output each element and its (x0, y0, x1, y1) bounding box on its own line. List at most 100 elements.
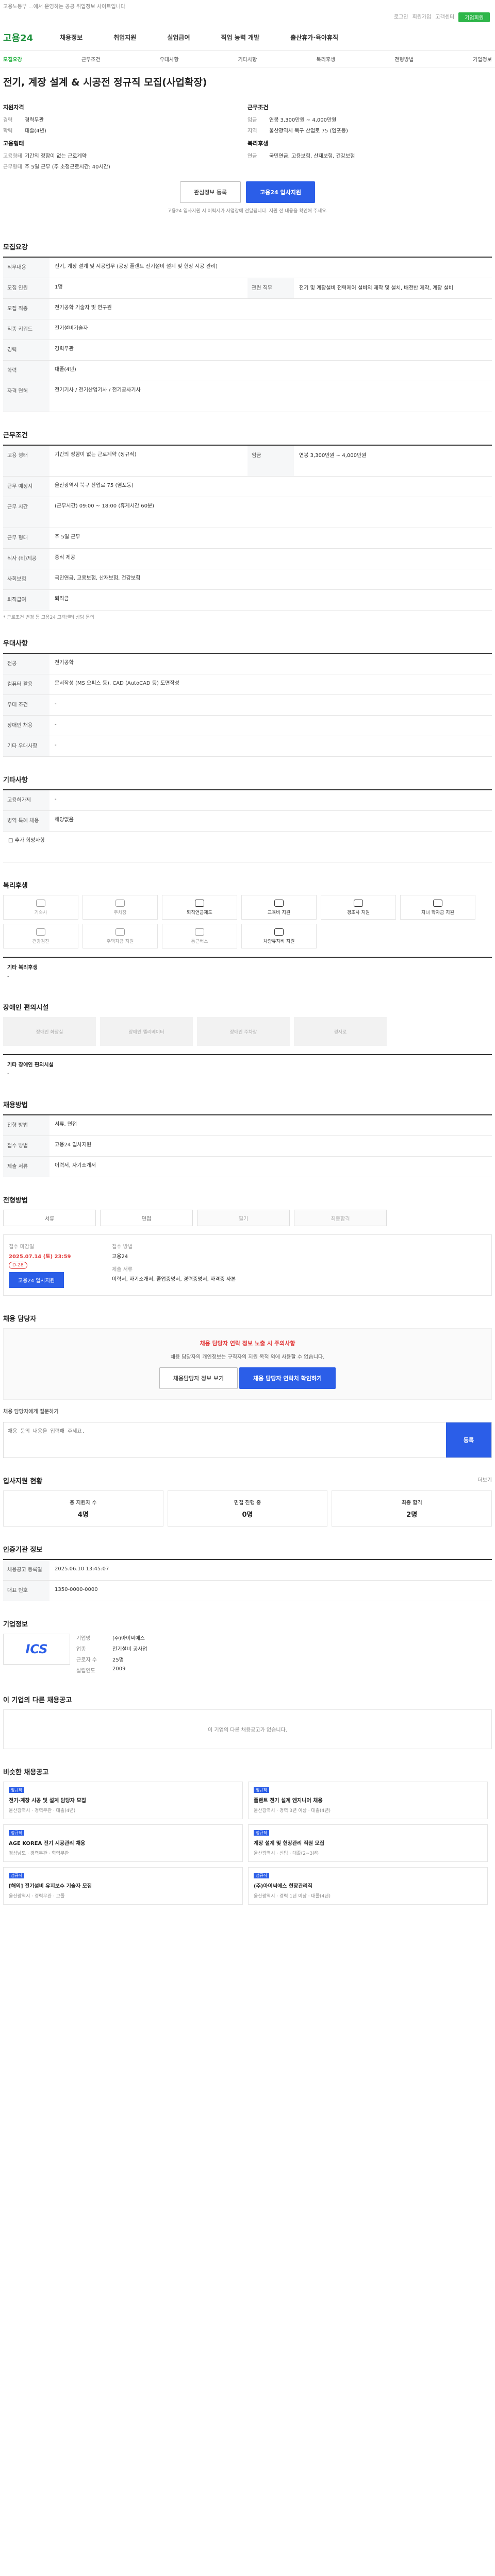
value: 연봉 3,300만원 ~ 4,000만원 (269, 117, 337, 123)
value: 고용24 입사지원 (55, 1142, 92, 1148)
section-title: 채용방법 (3, 1101, 28, 1109)
label: 근무 시간 (3, 497, 50, 528)
company-member-button[interactable]: 기업회원 (458, 12, 490, 22)
nav-jobs[interactable]: 채용정보 (60, 33, 82, 42)
section-company: 기업정보 ICS 기업명 (주)아이씨에스 업종 전기설비 공사업 근로자 수 25명… (0, 1619, 495, 1677)
welfare-label: 통근버스 (191, 939, 208, 944)
signup-link[interactable]: 회원가입 (412, 12, 432, 22)
welfare-card: 기숙사 (3, 895, 78, 920)
welfare-label: 경조사 지원 (346, 910, 370, 916)
label: 전형 방법 (3, 1115, 50, 1136)
tab-preference[interactable]: 우대사항 (160, 55, 179, 63)
alert-body: 채용 담당자의 개인정보는 구직자의 지원 목적 외에 사용할 수 없습니다. (170, 1354, 325, 1360)
value: 기간의 정함이 없는 근로계약 (정규직) (55, 452, 137, 457)
contact-info-button[interactable]: 채용담당자 정보 보기 (159, 1367, 238, 1389)
tab-conditions[interactable]: 근무조건 (81, 55, 101, 63)
value: - (55, 701, 57, 707)
value: 중식 제공 (55, 555, 75, 561)
accessibility-card: 장애인 화장실 (3, 1017, 96, 1046)
label: 근무형태 (3, 164, 22, 170)
welfare-icon (433, 899, 442, 907)
section-title: 근무조건 (3, 432, 28, 439)
section-title: 비슷한 채용공고 (3, 1769, 49, 1776)
tab-etc[interactable]: 기타사항 (238, 55, 257, 63)
tab-process[interactable]: 전형방법 (394, 55, 414, 63)
job-card[interactable]: 정규직 전기·계장 시공 및 설계 담당자 모집 울산광역시 · 경력무관 · 대졸… (3, 1782, 243, 1819)
help-link[interactable]: 고객센터 (435, 12, 454, 22)
company-logo: ICS (3, 1634, 70, 1665)
nav-benefit[interactable]: 실업급여 (167, 33, 190, 42)
label: 직무내용 (3, 258, 50, 278)
welfare-card: 주택자금 지원 (82, 924, 158, 948)
nav-leave[interactable]: 출산휴가·육아휴직 (290, 33, 338, 42)
login-link[interactable]: 로그인 (394, 12, 408, 22)
label: 식사 (비)제공 (3, 549, 50, 569)
label: 전공 (3, 654, 50, 674)
label: 업종 (76, 1647, 86, 1652)
question-submit-button[interactable]: 등록 (446, 1422, 491, 1458)
welfare-label: 기숙사 (34, 910, 47, 916)
apply-box: 접수 마감일 2025.07.14 (토) 23:59 D-28 고용24 입사… (3, 1234, 492, 1296)
stat-card: 면접 진행 중 0명 (167, 1490, 328, 1527)
accessibility-label: 장애인 화장실 (36, 1029, 63, 1035)
section-conditions: 근무조건 고용 형태 기간의 정함이 없는 근로계약 (정규직) 임금 연봉 3,30… (0, 430, 495, 620)
tab-company[interactable]: 기업정보 (473, 55, 492, 63)
contact-check-button[interactable]: 채용 담당자 연락처 확인하기 (239, 1367, 336, 1389)
value: 퇴직금 (55, 596, 69, 602)
tab-recruit[interactable]: 모집요강 (3, 55, 22, 63)
value: 주 5일 근무 (55, 534, 80, 540)
job-list: 정규직 전기·계장 시공 및 설계 담당자 모집 울산광역시 · 경력무관 · 대졸… (3, 1782, 492, 1905)
welfare-label: 주택자금 지원 (106, 939, 134, 944)
action-buttons: 관심정보 등록 고용24 입사지원 (0, 173, 495, 207)
welfare-card: 건강검진 (3, 924, 78, 948)
label: 기업명 (76, 1636, 91, 1641)
welfare-label: 차량유지비 지원 (263, 939, 295, 944)
apply-button-2[interactable]: 고용24 입사지원 (9, 1272, 64, 1288)
welfare-card: 퇴직연금제도 (162, 895, 237, 920)
value: 전기공학 기술자 및 연구원 (55, 305, 112, 311)
nav-training[interactable]: 직업 능력 개발 (221, 33, 260, 42)
site-logo[interactable]: 고용24 (3, 31, 44, 44)
label: 모집 인원 (3, 278, 50, 298)
label: 우대 조건 (3, 695, 50, 715)
job-card[interactable]: 정규직 AGE KOREA 전기 시공관리 채용 경상남도 · 경력무관 · 학력무… (3, 1824, 243, 1862)
job-tag: 정규직 (9, 1830, 25, 1836)
value: - (55, 742, 57, 748)
job-card[interactable]: 정규직 플랜트 전기 설계 엔지니어 채용 울산광역시 · 경력 3년 이상 · 대… (248, 1782, 488, 1819)
label: 학력 (3, 361, 50, 381)
tab-welfare[interactable]: 복리후생 (316, 55, 335, 63)
section-applicants: 입사지원 현황 더보기 총 지원자 수 4명 면접 진행 중 0명 최종 합격 2명 (0, 1476, 495, 1527)
value: 울산광역시 북구 산업로 75 (염포동) (55, 483, 134, 488)
value: 문서작성 (MS 오피스 등), CAD (AutoCAD 등) 도면작성 (55, 681, 179, 686)
dday-badge: D-28 (9, 1262, 27, 1269)
value: 대졸(4년) (25, 128, 46, 134)
job-card[interactable]: 정규직 계장 설계 및 현장관리 직원 모집 울산광역시 · 신입 · 대졸(2~3… (248, 1824, 488, 1862)
contact-alert: 채용 담당자 연락 정보 노출 시 주의사항 채용 담당자의 개인정보는 구직자… (3, 1328, 492, 1400)
bookmark-button[interactable]: 관심정보 등록 (179, 181, 241, 203)
label: 지역 (248, 128, 257, 134)
more-link[interactable]: 더보기 (477, 1476, 492, 1483)
value: 2025.06.10 13:45:07 (55, 1566, 109, 1572)
label: 컴퓨터 활용 (3, 674, 50, 694)
value: 대졸(4년) (55, 367, 76, 372)
question-input[interactable] (4, 1422, 446, 1458)
label: 자격 면허 (3, 381, 50, 412)
accessibility-card: 장애인 주차장 (197, 1017, 290, 1046)
welfare-card: 통근버스 (162, 924, 237, 948)
welfare-label: 교육비 지원 (267, 910, 291, 916)
apply-button[interactable]: 고용24 입사지원 (246, 181, 316, 203)
section-title: 이 기업의 다른 채용공고 (3, 1697, 72, 1704)
welfare-label: 퇴직연금제도 (187, 910, 212, 916)
job-card[interactable]: 정규직 (주)아이씨에스 현장관리직 울산광역시 · 경력 1년 이상 · 대졸(4… (248, 1867, 488, 1905)
job-meta: 울산광역시 · 경력 1년 이상 · 대졸(4년) (254, 1894, 331, 1899)
value: 경력무관 (25, 117, 44, 123)
value: 국민연금, 고용보험, 산재보험, 건강보험 (269, 154, 355, 159)
job-card[interactable]: 정규직 [해외] 전기설비 유지보수 기술자 모집 울산광역시 · 경력무관 · 고… (3, 1867, 243, 1905)
value: 주 5일 근무 (주 소정근로시간: 40시간) (25, 164, 110, 170)
job-meta: 울산광역시 · 경력무관 · 대졸(4년) (9, 1808, 76, 1814)
comment-box: 등록 (3, 1422, 492, 1458)
welfare-card: 주차장 (82, 895, 158, 920)
value: 전기 및 계장설비 전력제어 설비의 제작 및 설치, 배전반 제작, 계장 설… (299, 285, 453, 291)
value: 경력무관 (55, 346, 74, 352)
nav-support[interactable]: 취업지원 (113, 33, 136, 42)
